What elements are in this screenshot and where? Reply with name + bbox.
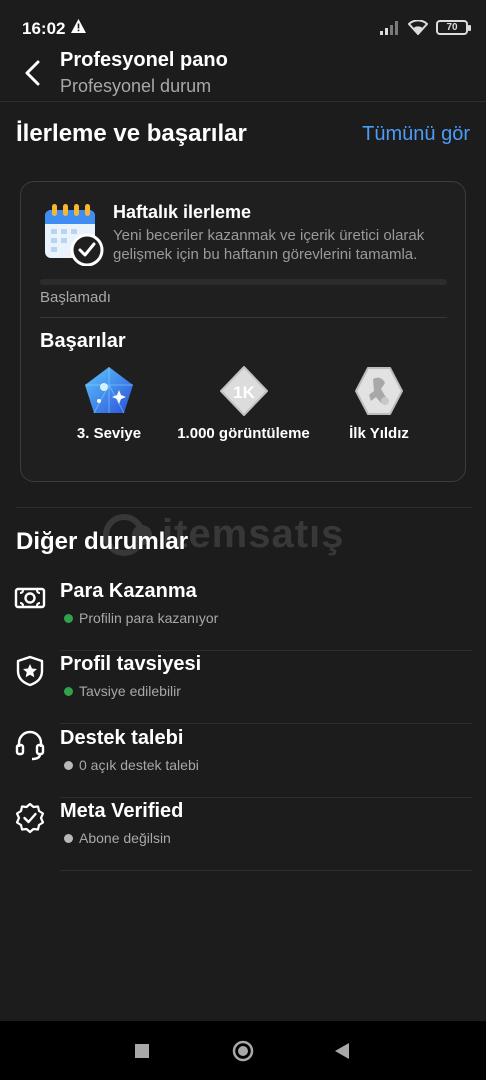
- progress-section-title: İlerleme ve başarılar: [16, 120, 247, 147]
- watermark-text: itemsatış: [162, 512, 345, 556]
- wifi-icon: [408, 20, 428, 35]
- achievement-first-star[interactable]: İlk Yıldız: [339, 365, 419, 442]
- status-dot: [64, 613, 73, 623]
- page-title: Profesyonel pano: [60, 49, 228, 71]
- weekly-progress-description: Yeni beceriler kazanmak ve içerik üretic…: [113, 227, 425, 263]
- home-circle-icon[interactable]: [232, 1040, 254, 1062]
- status-row-support[interactable]: Destek talebi 0 açık destek talebi: [0, 725, 486, 798]
- section-divider: [16, 507, 472, 508]
- row-title: Meta Verified: [60, 800, 184, 822]
- row-status: 0 açık destek talebi: [64, 757, 199, 773]
- row-status-text: Tavsiye edilebilir: [79, 683, 181, 699]
- divider: [60, 723, 472, 724]
- app-header: Profesyonel pano Profesyonel durum: [0, 44, 486, 102]
- row-status: Profilin para kazanıyor: [64, 610, 218, 626]
- views-1k-badge-icon: 1K: [219, 366, 268, 416]
- row-status-text: Abone değilsin: [79, 830, 171, 846]
- other-section-title: Diğer durumlar: [16, 528, 189, 555]
- weekly-progress-bar: [40, 279, 447, 285]
- warning-icon: [71, 19, 86, 33]
- achievements-title: Başarılar: [40, 330, 126, 352]
- status-dot: [64, 686, 73, 696]
- screen: 16:02 70 Profesyonel pano Profesyonel du…: [0, 0, 486, 1080]
- achievement-level[interactable]: 3. Seviye: [71, 365, 147, 442]
- status-row-meta-verified[interactable]: Meta Verified Abone değilsin: [0, 798, 486, 871]
- verified-badge-icon: [15, 802, 45, 834]
- divider: [40, 317, 447, 318]
- status-time: 16:02: [22, 19, 66, 38]
- recents-square-icon[interactable]: [135, 1044, 149, 1058]
- achievement-label: İlk Yıldız: [349, 425, 409, 442]
- achievement-label: 1.000 görüntüleme: [177, 425, 310, 442]
- row-status-text: 0 açık destek talebi: [79, 757, 199, 773]
- row-status-text: Profilin para kazanıyor: [79, 610, 219, 626]
- status-dot: [64, 833, 73, 843]
- page-subtitle: Profesyonel durum: [60, 76, 212, 96]
- see-all-link[interactable]: Tümünü gör: [362, 123, 470, 146]
- first-star-badge-icon: [355, 367, 403, 415]
- achievement-label: 3. Seviye: [76, 425, 142, 442]
- row-title: Para Kazanma: [60, 580, 197, 602]
- achievement-views[interactable]: 1K 1.000 görüntüleme: [171, 365, 316, 442]
- status-dot: [64, 760, 73, 770]
- status-bar: 16:02 70: [0, 0, 486, 44]
- battery-icon: 70: [436, 20, 471, 35]
- system-nav-bar: [0, 1021, 486, 1080]
- progress-card[interactable]: Haftalık ilerleme Yeni beceriler kazanma…: [20, 181, 466, 482]
- status-icons: 70: [380, 20, 471, 35]
- row-status: Abone değilsin: [64, 830, 171, 846]
- weekly-progress-status: Başlamadı: [40, 289, 111, 306]
- weekly-progress-title: Haftalık ilerleme: [113, 202, 252, 222]
- status-row-monetization[interactable]: Para Kazanma Profilin para kazanıyor: [0, 578, 486, 651]
- back-arrow-icon[interactable]: [20, 58, 48, 88]
- row-title: Profil tavsiyesi: [60, 653, 202, 675]
- level-gem-icon: [85, 367, 133, 414]
- signal-icon: [380, 20, 398, 35]
- back-triangle-icon[interactable]: [335, 1043, 349, 1059]
- shield-star-icon: [16, 655, 44, 687]
- money-icon: [14, 587, 46, 609]
- headset-icon: [15, 730, 45, 761]
- status-row-recommendation[interactable]: Profil tavsiyesi Tavsiye edilebilir: [0, 651, 486, 724]
- badge-text: 1K: [233, 383, 255, 402]
- divider: [60, 870, 472, 871]
- row-title: Destek talebi: [60, 727, 184, 749]
- row-status: Tavsiye edilebilir: [64, 683, 181, 699]
- calendar-check-icon: [45, 204, 104, 266]
